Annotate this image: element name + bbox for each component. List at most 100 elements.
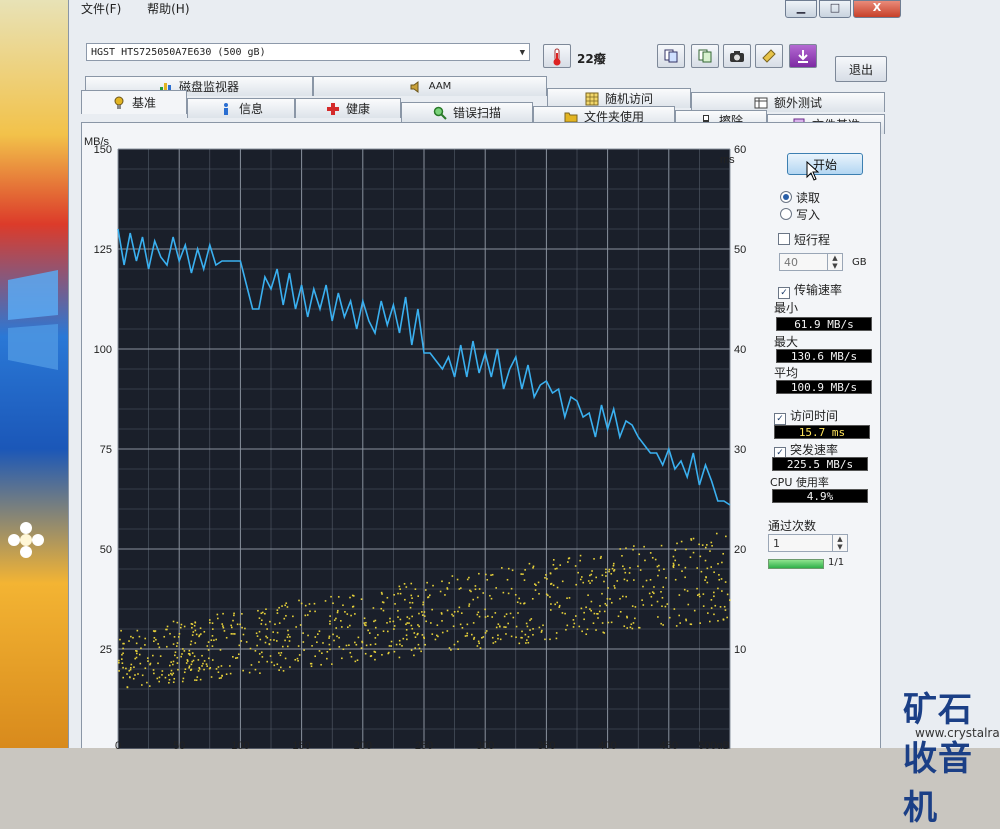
read-radio[interactable] — [780, 191, 792, 203]
access-time-point — [526, 625, 529, 628]
access-time-point — [503, 626, 505, 628]
maximize-button[interactable]: □ — [819, 0, 851, 18]
exit-button[interactable]: 退出 — [835, 56, 887, 82]
access-time-point — [250, 664, 253, 666]
access-time-point — [430, 622, 432, 624]
access-time-point — [650, 604, 653, 607]
transfer-rate-checkbox[interactable]: ✓ — [778, 287, 790, 299]
start-button[interactable]: 开始 — [787, 153, 863, 175]
access-time-point — [617, 615, 620, 618]
access-time-point — [696, 594, 699, 597]
passes-input[interactable]: 1 ▲ ▼ — [768, 534, 848, 552]
read-option[interactable]: 读取 — [780, 189, 820, 206]
access-time-point — [126, 686, 129, 688]
access-time-point — [685, 548, 687, 551]
access-time-point — [176, 662, 179, 664]
access-time-point — [593, 558, 595, 560]
access-time-point — [118, 661, 120, 664]
access-time-point — [373, 650, 376, 653]
access-time-point — [607, 621, 610, 624]
download-button[interactable] — [789, 44, 817, 68]
access-time-point — [464, 635, 467, 637]
copy-text-button[interactable] — [691, 44, 719, 68]
write-option[interactable]: 写入 — [780, 206, 820, 223]
access-time-point — [613, 585, 616, 587]
menu-file[interactable]: 文件(F) — [81, 2, 121, 16]
access-time-point — [276, 640, 278, 642]
access-time-point — [427, 596, 430, 598]
access-time-point — [684, 566, 687, 569]
access-time-point — [424, 589, 427, 591]
access-time-point — [181, 653, 183, 655]
screenshot-button[interactable] — [723, 44, 751, 68]
access-time-point — [350, 614, 352, 617]
access-time-point — [254, 650, 257, 652]
access-time-point — [518, 597, 521, 600]
access-time-point — [302, 641, 305, 643]
access-time-point — [166, 625, 169, 628]
transfer-rate-option[interactable]: ✓ 传输速率 — [778, 281, 842, 299]
access-time-point — [550, 603, 552, 605]
minimize-button[interactable]: ▁ — [785, 0, 817, 18]
access-time-point — [561, 612, 564, 614]
access-time-point — [421, 634, 424, 636]
close-button[interactable]: X — [853, 0, 901, 18]
short-stroke-input[interactable]: 40 ▲ ▼ — [779, 253, 843, 271]
short-stroke-option[interactable]: 短行程 — [778, 231, 830, 248]
tab-benchmark[interactable]: 基准 — [81, 90, 187, 114]
access-time-point — [541, 629, 543, 632]
spin-arrows-icon: ▲ ▼ — [827, 254, 842, 270]
access-time-point — [515, 636, 517, 639]
access-time-point — [338, 646, 341, 648]
tab-error-scan[interactable]: 错误扫描 — [401, 102, 533, 122]
burst-rate-label: 突发速率 — [790, 443, 839, 457]
access-time-point — [710, 541, 713, 544]
access-time-point — [408, 622, 410, 624]
access-time-point — [399, 592, 402, 595]
tab-info[interactable]: 信息 — [187, 98, 295, 118]
menu-help[interactable]: 帮助(H) — [147, 2, 189, 16]
access-time-point — [699, 555, 702, 558]
access-time-point — [459, 587, 462, 589]
access-time-point — [276, 631, 279, 634]
copy-info-button[interactable] — [657, 44, 685, 68]
write-radio[interactable] — [780, 208, 792, 220]
access-time-point — [298, 599, 300, 602]
access-time-point — [482, 592, 485, 594]
access-time-point — [485, 573, 487, 576]
tab-aam[interactable]: AAM — [313, 76, 547, 96]
tab-label: 额外测试 — [773, 96, 822, 110]
access-time-point — [242, 669, 244, 672]
access-time-point — [708, 620, 711, 623]
access-time-point — [220, 665, 223, 667]
access-time-option[interactable]: ✓ 访问时间 — [774, 407, 838, 425]
access-time-point — [538, 592, 540, 595]
short-stroke-checkbox[interactable] — [778, 233, 790, 245]
access-time-point — [429, 594, 431, 597]
tab-random-access[interactable]: 随机访问 — [547, 88, 691, 108]
read-label: 读取 — [796, 191, 821, 205]
access-time-point — [217, 666, 220, 668]
tab-extra-tests[interactable]: 额外测试 — [691, 92, 885, 112]
save-button[interactable] — [755, 44, 783, 68]
access-time-point — [122, 652, 124, 655]
access-time-point — [322, 642, 324, 644]
access-time-point — [382, 630, 385, 632]
access-time-point — [453, 610, 456, 613]
access-time-point — [683, 588, 686, 591]
benchmark-panel: MB/s ms 25 50 75 100 125 150 10 20 30 40 50 60 0 50 100 1… — [81, 122, 881, 749]
access-time-point — [718, 579, 721, 581]
access-time-point — [466, 578, 469, 581]
access-time-point — [484, 632, 487, 634]
access-time-point — [289, 636, 291, 638]
access-time-checkbox[interactable]: ✓ — [774, 413, 786, 425]
access-time-point — [510, 635, 513, 638]
drive-select[interactable]: HGST HTS725050A7E630 (500 gB) ▼ — [86, 43, 530, 61]
access-time-point — [418, 647, 421, 650]
tab-health[interactable]: 健康 — [295, 98, 401, 118]
access-time-point — [490, 597, 493, 600]
temperature-button[interactable] — [543, 44, 571, 68]
access-time-point — [266, 628, 268, 630]
access-time-point — [147, 660, 149, 662]
access-time-point — [189, 643, 192, 646]
